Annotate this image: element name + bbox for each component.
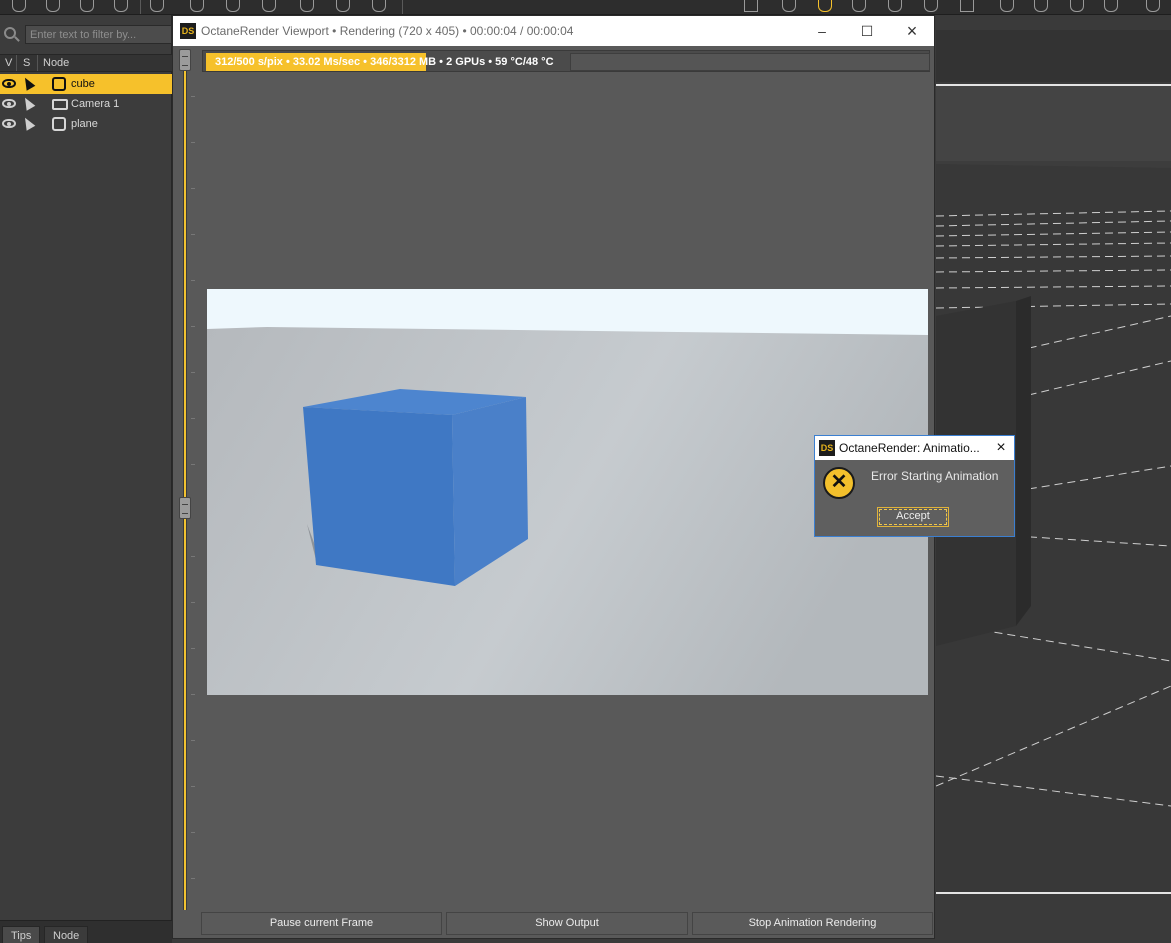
window-title: OctaneRender Viewport • Rendering (720 x… <box>201 24 574 38</box>
slider-tick <box>191 648 195 649</box>
rotate-tool-icon[interactable] <box>190 0 204 12</box>
status-secondary-field <box>570 53 930 71</box>
column-selectable-header[interactable]: S <box>23 57 30 69</box>
pan-tool-icon[interactable] <box>924 0 938 12</box>
cube-front-face <box>303 407 455 586</box>
slider-tick <box>191 372 195 373</box>
plane-icon <box>52 117 66 131</box>
star-tool-icon[interactable] <box>12 0 26 12</box>
toolbar-divider <box>402 0 403 14</box>
slider-tick <box>191 418 195 419</box>
render-status-text: 312/500 s/pix • 33.02 Ms/sec • 346/3312 … <box>215 56 554 68</box>
slider-tick <box>191 96 195 97</box>
zoom-slider-handle[interactable] <box>179 497 191 519</box>
pointer-tool-icon[interactable] <box>818 0 832 12</box>
tab-tips[interactable]: Tips <box>2 926 41 943</box>
slider-tick <box>191 694 195 695</box>
node-label: Camera 1 <box>71 98 120 110</box>
frame-tool-icon[interactable] <box>960 0 974 12</box>
joint-tool-icon[interactable] <box>336 0 350 12</box>
show-output-button[interactable]: Show Output <box>446 912 688 935</box>
eye-icon[interactable] <box>2 99 16 108</box>
filter-bar <box>0 23 172 45</box>
render-status-bar: 312/500 s/pix • 33.02 Ms/sec • 346/3312 … <box>202 50 930 72</box>
move-tool-icon[interactable] <box>226 0 240 12</box>
dialog-close-button[interactable]: × <box>990 437 1012 459</box>
slider-tick <box>191 188 195 189</box>
slider-tick <box>191 786 195 787</box>
slider-tick <box>191 142 195 143</box>
cursor-icon[interactable] <box>20 75 36 91</box>
dialog-title: OctaneRender: Animatio... <box>839 441 980 455</box>
select-tool-icon[interactable] <box>150 0 164 12</box>
daz-studio-workspace: V S Node cube Camera 1 plane Tips Node <box>0 0 1171 943</box>
camera-icon <box>52 99 68 110</box>
grid-tool-icon[interactable] <box>744 0 758 12</box>
slider-tick <box>191 464 195 465</box>
slider-tick <box>191 602 195 603</box>
link-tool-icon[interactable] <box>1146 0 1160 12</box>
cursor-icon[interactable] <box>20 115 36 131</box>
tab-node[interactable]: Node <box>44 926 89 943</box>
figure-tool-icon[interactable] <box>1104 0 1118 12</box>
node-tool-icon[interactable] <box>300 0 314 12</box>
filter-input[interactable] <box>25 25 172 44</box>
accept-button[interactable]: Accept <box>877 507 949 527</box>
error-message: Error Starting Animation <box>871 469 999 483</box>
slider-tick <box>191 234 195 235</box>
node-label: plane <box>71 118 98 130</box>
daz-studio-logo-icon: DS <box>819 440 835 456</box>
column-divider <box>37 55 38 71</box>
stop-animation-button[interactable]: Stop Animation Rendering <box>692 912 933 935</box>
spray-tool-icon[interactable] <box>114 0 128 12</box>
dialog-titlebar[interactable]: DS OctaneRender: Animatio... × <box>815 436 1014 460</box>
zoom-slider-track[interactable] <box>183 54 187 930</box>
column-divider <box>16 55 17 71</box>
target-tool-icon[interactable] <box>782 0 796 12</box>
zoom-slider-top-handle[interactable] <box>179 49 191 71</box>
column-node-header[interactable]: Node <box>43 57 69 69</box>
viewport-background <box>936 86 1171 161</box>
main-toolbar <box>0 0 1171 15</box>
joint-editor-icon[interactable] <box>1070 0 1084 12</box>
scene-column-headers: V S Node <box>0 54 172 72</box>
slider-tick <box>191 878 195 879</box>
close-button[interactable]: × <box>897 20 927 42</box>
eye-icon[interactable] <box>2 79 16 88</box>
cube-icon <box>52 77 66 91</box>
panel-tabs: Tips Node <box>0 920 172 943</box>
node-label: cube <box>71 78 95 90</box>
scene-panel: V S Node cube Camera 1 plane Tips Node <box>0 15 172 943</box>
error-icon: ✕ <box>823 467 855 499</box>
burst-tool-icon[interactable] <box>46 0 60 12</box>
render-controls: Pause current Frame Show Output Stop Ani… <box>173 910 934 938</box>
cursor-icon[interactable] <box>20 95 36 111</box>
slider-tick <box>191 326 195 327</box>
toolbar-divider <box>140 0 141 14</box>
slider-tick <box>191 556 195 557</box>
geometry-tool-icon[interactable] <box>372 0 386 12</box>
column-visible-header[interactable]: V <box>5 57 12 69</box>
viewport-header <box>936 30 1171 82</box>
maximize-button[interactable]: ☐ <box>852 20 882 42</box>
eye-icon[interactable] <box>2 119 16 128</box>
scale-tool-icon[interactable] <box>262 0 276 12</box>
daz-studio-logo-icon: DS <box>180 23 196 39</box>
slider-tick <box>191 832 195 833</box>
minimize-button[interactable]: – <box>807 20 837 42</box>
morph-tool-icon[interactable] <box>1034 0 1048 12</box>
window-titlebar[interactable]: DS OctaneRender Viewport • Rendering (72… <box>173 16 934 46</box>
pause-frame-button[interactable]: Pause current Frame <box>201 912 442 935</box>
scene-node-camera[interactable]: Camera 1 <box>0 94 172 114</box>
slider-tick <box>191 280 195 281</box>
error-dialog: DS OctaneRender: Animatio... × ✕ Error S… <box>814 435 1015 537</box>
search-icon[interactable] <box>4 27 16 39</box>
scene-node-cube[interactable]: cube <box>0 74 172 94</box>
aperture-tool-icon[interactable] <box>80 0 94 12</box>
orbit-tool-icon[interactable] <box>852 0 866 12</box>
turntable-tool-icon[interactable] <box>888 0 902 12</box>
spin-tool-icon[interactable] <box>1000 0 1014 12</box>
scene-node-plane[interactable]: plane <box>0 114 172 134</box>
slider-tick <box>191 740 195 741</box>
